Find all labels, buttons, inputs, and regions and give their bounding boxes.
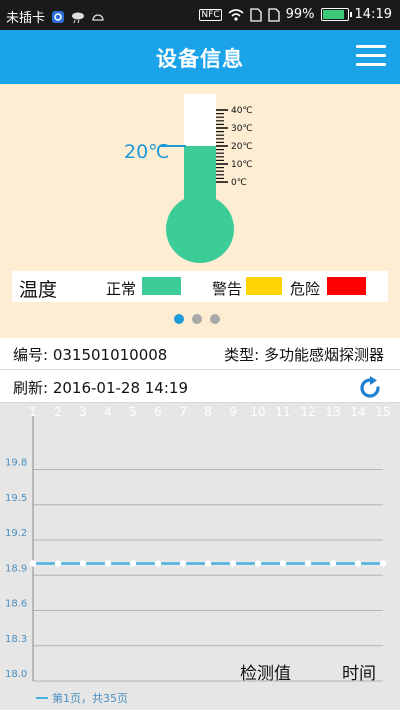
- scale-label: 20℃: [231, 142, 253, 152]
- android-icon: [92, 13, 104, 21]
- x-axis-title: 时间: [342, 664, 376, 684]
- data-point: [379, 560, 387, 567]
- data-point: [54, 560, 62, 567]
- data-point: [204, 560, 212, 567]
- data-point: [304, 560, 312, 567]
- status-bar: 未插卡 NFC 99% 14:19: [0, 0, 400, 30]
- thermometer-panel: 40℃ 30℃ 20℃ 10℃ 0℃ 20℃ 温度 正常 警告 危险: [0, 84, 400, 338]
- y-tick-label: 19.5: [5, 493, 27, 504]
- x-tick-label: 8: [204, 405, 212, 419]
- legend-warning-swatch: [246, 277, 282, 295]
- legend-normal-swatch: [142, 277, 181, 295]
- thermometer-scale: 40℃ 30℃ 20℃ 10℃ 0℃: [216, 106, 253, 188]
- app-header: 设备信息: [0, 30, 400, 84]
- x-tick-label: 2: [54, 405, 62, 419]
- refresh-time: 刷新: 2016-01-28 14:19: [13, 379, 188, 397]
- device-id: 编号: 031501010008: [13, 346, 168, 364]
- y-tick-label: 18.0: [5, 669, 27, 680]
- y-tick-label: 18.6: [5, 599, 27, 610]
- page-dot-2[interactable]: [192, 314, 202, 324]
- data-point: [79, 560, 87, 567]
- y-tick-label: 18.3: [5, 634, 27, 645]
- y-axis-title: 检测值: [240, 664, 291, 684]
- scale-label: 40℃: [231, 106, 253, 116]
- sim2-icon: [267, 7, 280, 22]
- x-tick-label: 4: [104, 405, 112, 419]
- data-point: [154, 560, 162, 567]
- y-tick-label: 18.9: [5, 563, 27, 574]
- y-tick-label: 19.8: [5, 458, 27, 469]
- legend-danger-swatch: [327, 277, 366, 295]
- x-tick-label: 1: [29, 405, 37, 419]
- battery-percent: 99%: [285, 7, 315, 22]
- x-tick-label: 5: [129, 405, 137, 419]
- legend-normal-label: 正常: [106, 280, 137, 298]
- menu-button[interactable]: [356, 43, 386, 69]
- refresh-icon[interactable]: [356, 374, 384, 402]
- legend-title: 温度: [19, 279, 58, 301]
- scale-label: 10℃: [231, 160, 253, 170]
- y-tick-label: 19.2: [5, 528, 27, 539]
- x-tick-label: 14: [350, 405, 365, 419]
- chart-area: 19.8 19.5 19.2 18.9 18.6 18.3 18.0 1 2 3 4 5 6 7 8 9 10 1…: [0, 403, 400, 710]
- scale-label: 30℃: [231, 124, 253, 134]
- legend-warning-label: 警告: [212, 280, 243, 298]
- legend-danger-label: 危险: [290, 280, 321, 298]
- carrier-text: 未插卡: [6, 11, 46, 26]
- page-title: 设备信息: [156, 47, 244, 71]
- x-tick-label: 6: [154, 405, 162, 419]
- device-info-row: 编号: 031501010008 类型: 多功能感烟探测器: [0, 338, 400, 370]
- data-point: [129, 560, 137, 567]
- cleaner-icon: [52, 10, 65, 23]
- current-temperature: 20℃: [124, 141, 170, 163]
- page-dot-1[interactable]: [174, 314, 184, 324]
- page-indicator: [174, 314, 220, 324]
- pagination-text: 第1页，共35页: [52, 691, 128, 705]
- data-point: [229, 560, 237, 567]
- x-tick-label: 9: [229, 405, 237, 419]
- data-point: [104, 560, 112, 567]
- x-tick-label: 10: [250, 405, 265, 419]
- status-legend: 温度 正常 警告 危险: [12, 271, 388, 302]
- x-tick-label: 15: [375, 405, 390, 419]
- battery-icon: [320, 8, 352, 21]
- x-tick-label: 3: [79, 405, 87, 419]
- sim-icon: [249, 7, 262, 22]
- x-tick-label: 11: [275, 405, 290, 419]
- data-point: [329, 560, 337, 567]
- data-point: [354, 560, 362, 567]
- data-point: [29, 560, 37, 567]
- thermometer-bulb: [166, 195, 234, 263]
- weather-rain-icon: [72, 12, 85, 23]
- x-tick-label: 13: [325, 405, 340, 419]
- device-type: 类型: 多功能感烟探测器: [224, 346, 384, 364]
- refresh-row: 刷新: 2016-01-28 14:19: [0, 371, 400, 403]
- x-tick-label: 7: [179, 405, 187, 419]
- data-point: [179, 560, 187, 567]
- page-dot-3[interactable]: [210, 314, 220, 324]
- x-tick-label: 12: [300, 405, 315, 419]
- line-chart: 19.819.519.218.918.618.318.01 2 3 4 5 6 7 8 9 10 1…: [5, 405, 391, 705]
- wifi-icon: [228, 8, 244, 21]
- scale-label: 0℃: [231, 178, 247, 188]
- clock: 14:19: [354, 7, 392, 22]
- nfc-icon: NFC: [199, 8, 222, 21]
- data-point: [254, 560, 262, 567]
- data-point: [279, 560, 287, 567]
